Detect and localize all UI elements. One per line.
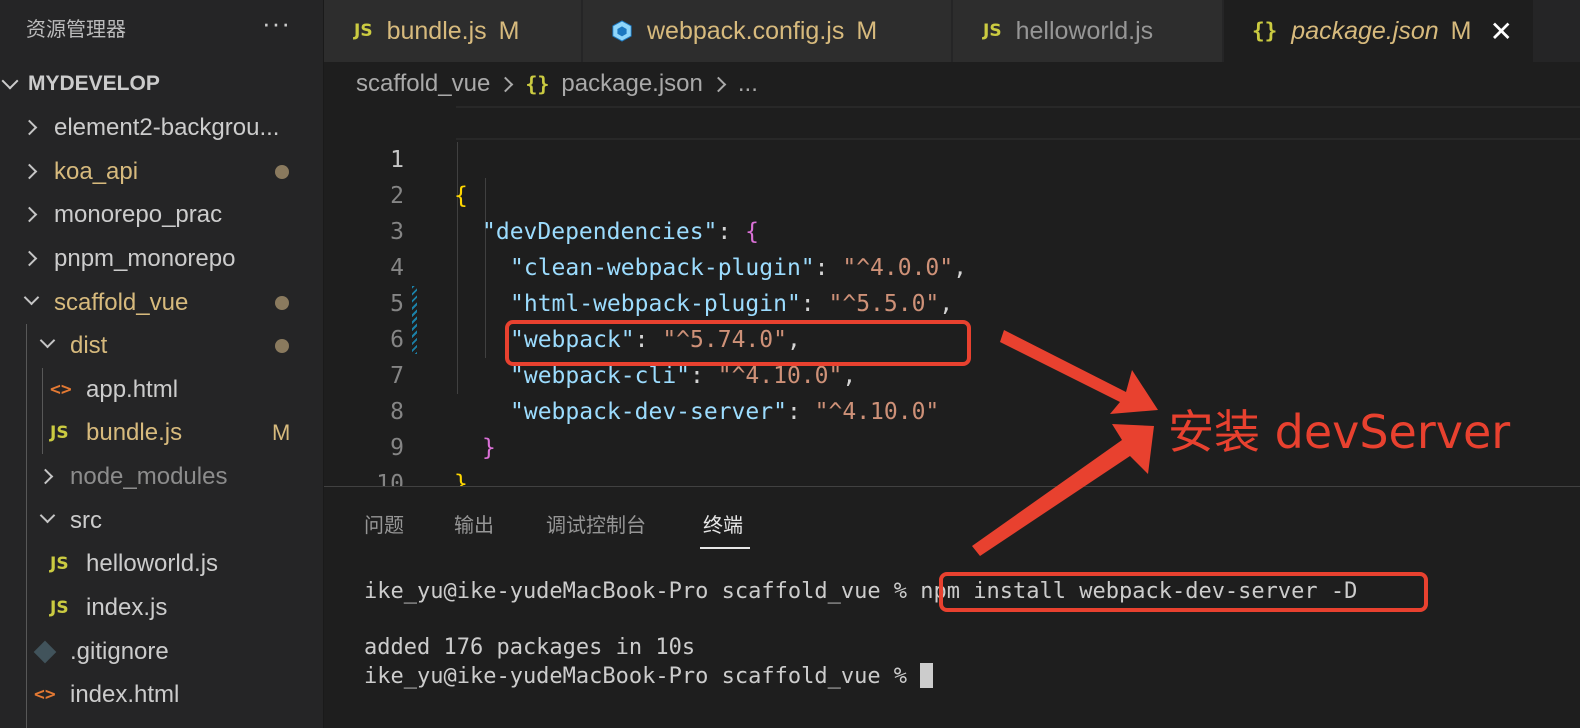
chevron-right-icon [21, 163, 38, 180]
editor-tab-bar: JS bundle.js M webpack.config.js M JS he… [324, 0, 1580, 62]
tree-item-label: node_modules [70, 462, 228, 490]
terminal-prompt: ike_yu@ike-yudeMacBook-Pro scaffold_vue … [364, 579, 921, 604]
tree-item-scaffold-vue[interactable]: scaffold_vue [0, 281, 323, 324]
chevron-right-icon [498, 76, 514, 92]
tab-debug-console[interactable]: 调试控制台 [546, 509, 646, 538]
breadcrumb: scaffold_vue {} package.json ... [324, 62, 1580, 106]
tab-problems[interactable]: 问题 [364, 509, 404, 538]
terminal-prompt: ike_yu@ike-yudeMacBook-Pro scaffold_vue … [364, 664, 921, 689]
tree-item-src[interactable]: src [0, 499, 323, 542]
chevron-down-icon [39, 332, 56, 349]
git-file-icon [33, 640, 57, 663]
js-file-icon: JS [50, 597, 69, 618]
terminal-cursor [920, 663, 934, 688]
tree-item-element2-background[interactable]: element2-backgrou... [0, 106, 323, 149]
js-file-icon: JS [50, 553, 69, 574]
modified-dot-icon [275, 338, 289, 353]
modified-badge: M [1450, 16, 1472, 45]
html-file-icon: <> [50, 379, 72, 400]
terminal-line[interactable]: added 176 packages in 10s [364, 635, 695, 660]
tree-item-dist[interactable]: dist [0, 324, 323, 367]
terminal-output: added 176 packages in 10s [364, 635, 696, 660]
close-icon[interactable]: ✕ [1489, 15, 1512, 48]
tree-item-index-html[interactable]: <> index.html [0, 673, 323, 716]
json-file-icon: {} [1252, 19, 1278, 43]
tab-webpack-config-js[interactable]: webpack.config.js M [583, 0, 952, 62]
git-modified-badge: M [272, 419, 291, 445]
tree-item-label: app.html [86, 375, 179, 403]
breadcrumb-symbols[interactable]: ... [738, 70, 758, 98]
tree-item-label: element2-backgrou... [54, 113, 280, 141]
tree-item-label: scaffold_vue [54, 288, 189, 316]
tree-item-bundle-js[interactable]: JS bundle.js M [0, 411, 323, 454]
tab-label: webpack.config.js [647, 16, 845, 45]
chevron-right-icon [21, 119, 38, 136]
tab-terminal[interactable]: 终端 [703, 509, 743, 538]
modified-dot-icon [275, 164, 289, 179]
modified-badge: M [498, 16, 520, 45]
js-file-icon: JS [983, 21, 1002, 41]
code-line: 4 "html-webpack-plugin": "^5.5.0", [324, 214, 1580, 317]
webpack-cube-icon [612, 20, 632, 42]
json-file-icon: {} [525, 72, 550, 96]
workspace-name: MYDEVELOP [28, 72, 160, 95]
tab-helloworld-js[interactable]: JS helloworld.js [953, 0, 1223, 62]
tree-item-label: src [70, 506, 102, 534]
tab-label: bundle.js [386, 16, 487, 45]
tree-item-label: monorepo_prac [54, 200, 223, 228]
tree-item-label: .gitignore [70, 637, 169, 665]
code-line: 2 "devDependencies": { [324, 142, 1580, 245]
chevron-down-icon [1, 72, 19, 90]
chevron-down-icon [39, 507, 56, 524]
code-line: 6 "webpack-cli": "^4.10.0", [324, 286, 1580, 389]
chevron-right-icon [37, 468, 54, 485]
modified-badge: M [856, 16, 878, 45]
html-file-icon: <> [34, 684, 56, 705]
tree-item-label: koa_api [54, 157, 139, 185]
chevron-down-icon [23, 289, 40, 306]
code-line: 1 { [324, 106, 1580, 209]
chevron-right-icon [21, 250, 38, 267]
chevron-right-icon [21, 206, 38, 223]
active-tab-indicator [700, 547, 750, 549]
code-line: 5 "webpack": "^5.74.0", [324, 250, 1580, 353]
tree-item-helloworld-js[interactable]: JS helloworld.js [0, 542, 323, 585]
tree-item-monorepo-prac[interactable]: monorepo_prac [0, 193, 323, 236]
tree-item-label: dist [70, 331, 108, 359]
breadcrumb-file[interactable]: package.json [561, 70, 702, 98]
tree-item-index-js[interactable]: JS index.js [0, 586, 323, 629]
chevron-right-icon [710, 76, 727, 92]
workspace-section-header[interactable]: MYDEVELOP [1, 70, 160, 98]
tab-output[interactable]: 输出 [454, 509, 494, 538]
js-file-icon: JS [50, 422, 69, 443]
annotation-label: 安装 devServer [1168, 405, 1511, 459]
tab-package-json[interactable]: {} package.json M ✕ [1224, 0, 1534, 62]
tree-item-label: bundle.js [86, 418, 183, 446]
terminal-line[interactable]: ike_yu@ike-yudeMacBook-Pro scaffold_vue … [364, 663, 934, 689]
tree-item-koa-api[interactable]: koa_api [0, 150, 323, 193]
tree-item-gitignore[interactable]: .gitignore [0, 630, 323, 673]
explorer-header: 资源管理器 ··· [0, 0, 323, 56]
tree-item-pnpm-monorepo[interactable]: pnpm_monorepo [0, 237, 323, 280]
tree-item-app-html[interactable]: <> app.html [0, 368, 323, 411]
highlight-box-command [939, 572, 1428, 612]
tab-label: helloworld.js [1015, 16, 1154, 45]
tree-item-label: helloworld.js [86, 549, 219, 577]
highlight-box-dependency [505, 320, 971, 366]
js-file-icon: JS [354, 21, 373, 41]
tree-item-label: pnpm_monorepo [54, 244, 236, 272]
tab-label: package.json [1291, 16, 1439, 45]
tree-item-node-modules[interactable]: node_modules [0, 455, 323, 498]
more-actions-icon[interactable]: ··· [262, 8, 291, 39]
modified-dot-icon [275, 295, 289, 310]
tab-bundle-js[interactable]: JS bundle.js M [324, 0, 582, 62]
tree-item-label: index.html [70, 680, 180, 708]
explorer-title: 资源管理器 [26, 17, 126, 41]
code-line: 3 "clean-webpack-plugin": "^4.0.0", [324, 178, 1580, 281]
breadcrumb-folder[interactable]: scaffold_vue [356, 70, 490, 98]
tree-item-label: index.js [86, 593, 168, 621]
explorer-sidebar: 资源管理器 ··· MYDEVELOP element2-backgrou...… [0, 0, 324, 728]
